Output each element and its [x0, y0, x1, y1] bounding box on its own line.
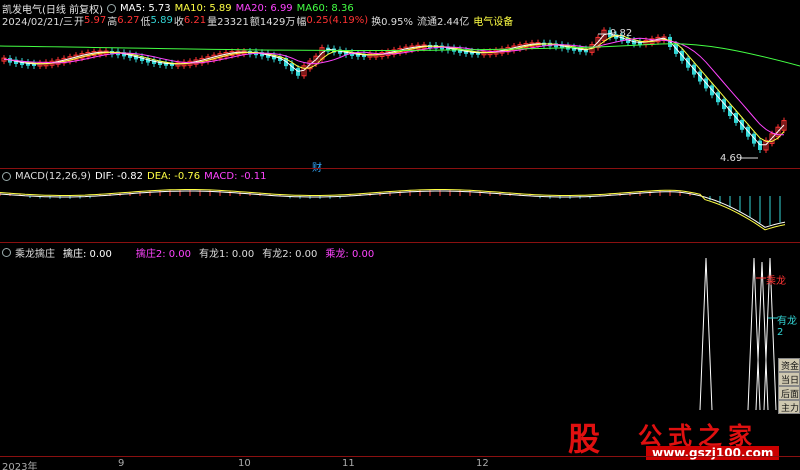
youlong1-value: 有龙1: 0.00: [199, 249, 255, 260]
gu-logo-icon: 股: [568, 420, 601, 458]
chenglong-marker-label: 乘龙: [766, 276, 786, 287]
finance-tag[interactable]: 财: [312, 159, 322, 174]
high-marker-label: 9.82: [610, 28, 633, 39]
side-panel-item[interactable]: 当日: [778, 372, 800, 386]
macd-settings-circle-icon[interactable]: [2, 172, 11, 181]
qinzhuang-value: 擒庄: 0.00: [63, 249, 112, 260]
indicator-title: 乘龙擒庄: [15, 249, 55, 260]
x-axis-line: [0, 456, 800, 457]
watermark-url: www.gszj100.com: [646, 446, 780, 460]
macd-dif-line: [0, 190, 786, 228]
candle-body: [296, 68, 300, 76]
macd-macd: MACD: -0.11: [204, 171, 267, 182]
x-axis-tick: 12: [476, 458, 489, 469]
x-axis-year: 2023年: [2, 462, 38, 470]
kline-chart[interactable]: [0, 0, 800, 470]
macd-dea-line: [0, 189, 786, 231]
youlong2-value: 有龙2: 0.00: [262, 249, 318, 260]
x-axis-tick: 10: [238, 458, 251, 469]
side-panel-item[interactable]: 后面: [778, 386, 800, 400]
panel-separator-macd[interactable]: [0, 168, 800, 169]
indicator-legend: 乘龙擒庄 擒庄: 0.00 擒庄2: 0.00 有龙1: 0.00 有龙2: 0…: [2, 245, 378, 260]
macd-dif: DIF: -0.82: [94, 171, 143, 182]
indicator-spike: [747, 257, 761, 411]
macd-legend: MACD(12,26,9) DIF: -0.82 DEA: -0.76 MACD…: [2, 171, 271, 182]
x-axis-tick: 9: [118, 458, 125, 469]
x-axis-tick: 11: [342, 458, 355, 469]
indicator-spike: [699, 257, 713, 411]
indicator-settings-circle-icon[interactable]: [2, 248, 11, 257]
youlong-marker-label: 有龙2: [777, 316, 797, 338]
side-panel-item[interactable]: 资金: [778, 358, 800, 372]
chenglong-value: 乘龙: 0.00: [325, 249, 375, 260]
low-marker-label: 4.69: [720, 153, 743, 164]
macd-title: MACD(12,26,9): [15, 171, 91, 182]
panel-separator-indicator[interactable]: [0, 242, 800, 243]
qinzhuang2-value: 擒庄2: 0.00: [135, 249, 192, 260]
macd-dea: DEA: -0.76: [147, 171, 201, 182]
